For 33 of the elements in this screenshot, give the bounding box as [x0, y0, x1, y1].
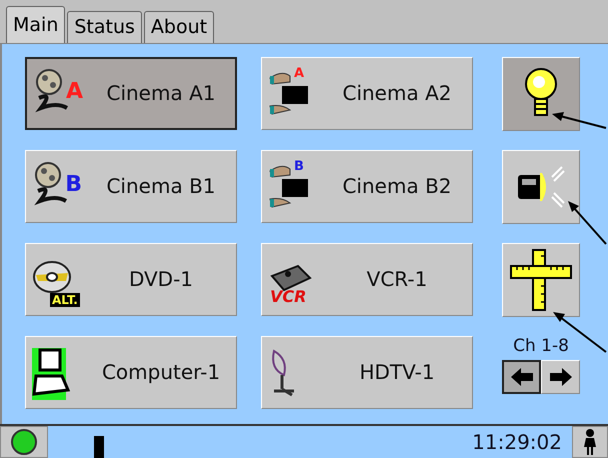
source-button[interactable]: Computer-1: [25, 336, 237, 409]
right-arrow-button[interactable]: [541, 360, 580, 394]
pointer-arrow: [552, 112, 606, 129]
source-button[interactable]: VCR VCR-1: [261, 242, 473, 316]
clock-time: 11:29:02: [472, 430, 562, 454]
tab[interactable]: About: [144, 10, 214, 43]
icon-label: A: [66, 81, 83, 104]
control-button[interactable]: [502, 242, 580, 317]
text-cursor: [94, 436, 104, 458]
control-button[interactable]: [502, 56, 580, 131]
person-icon: [584, 429, 596, 455]
left-arrow-button[interactable]: [502, 360, 541, 394]
tab[interactable]: Main: [6, 6, 66, 43]
source-button[interactable]: B Cinema B2: [261, 150, 473, 223]
control-button[interactable]: [502, 150, 580, 224]
channel-range-label: Ch 1-8: [513, 336, 569, 356]
source-button[interactable]: HDTV-1: [261, 336, 473, 409]
icon-label: ALT.: [50, 293, 80, 308]
tab[interactable]: Status: [67, 10, 142, 43]
source-button[interactable]: B Cinema B1: [25, 150, 237, 223]
status-indicator[interactable]: [0, 426, 48, 458]
icon-label: A: [294, 67, 304, 80]
pointer-arrow: [568, 200, 607, 245]
icon-label: B: [294, 160, 304, 174]
icon-label: VCR: [270, 289, 306, 306]
user-button[interactable]: [572, 426, 608, 458]
left-arrow-icon: [510, 368, 532, 386]
icon-label: B: [65, 174, 82, 196]
source-button[interactable]: A Cinema A1: [25, 56, 237, 130]
source-button[interactable]: A Cinema A2: [261, 56, 473, 130]
right-arrow-icon: [550, 368, 572, 386]
ruler-cross-icon: [509, 248, 573, 312]
source-button[interactable]: ALT. DVD-1: [25, 242, 237, 316]
